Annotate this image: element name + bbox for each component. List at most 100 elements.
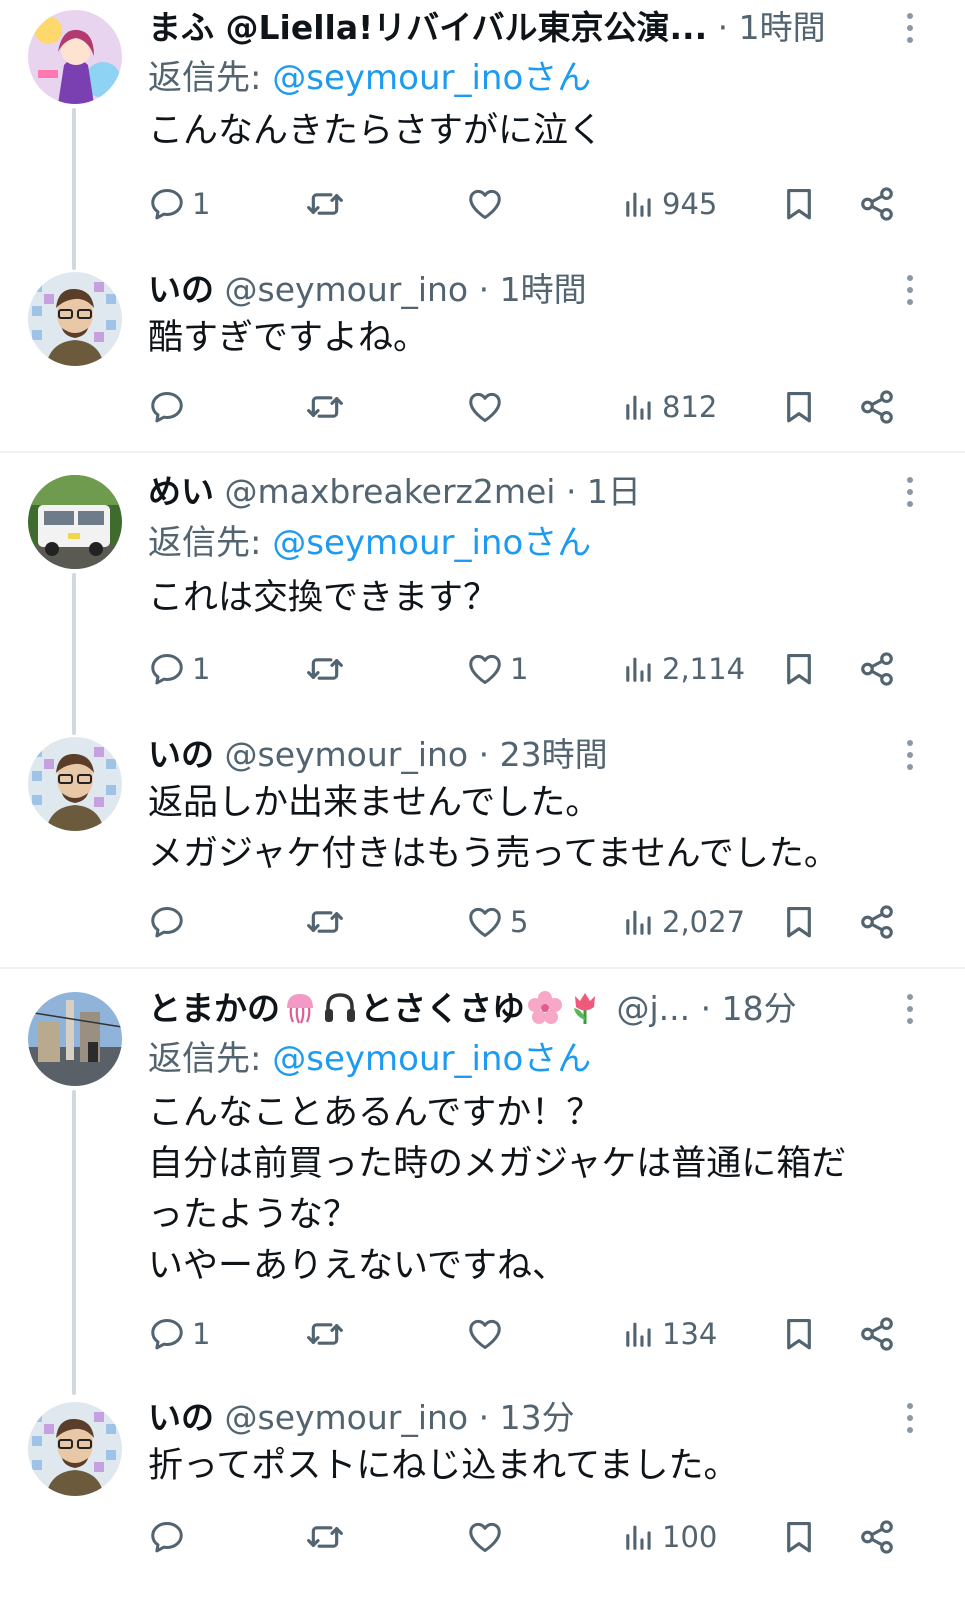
display-name[interactable]: とまかの とさくさゆ	[148, 989, 617, 1028]
timestamp[interactable]: · 1時間	[718, 8, 826, 47]
divider	[0, 451, 965, 453]
share-button[interactable]	[858, 383, 896, 431]
retweet-icon	[305, 1314, 345, 1354]
display-name[interactable]: まふ @Liella!リバイバル東京公演...	[148, 8, 707, 47]
retweet-button[interactable]	[305, 1310, 345, 1358]
like-button[interactable]	[466, 180, 510, 228]
bookmark-icon	[780, 185, 818, 223]
mention-link[interactable]: @seymour_inoさん	[272, 58, 591, 98]
avatar[interactable]	[28, 475, 122, 569]
avatar[interactable]	[28, 272, 122, 366]
retweet-button[interactable]	[305, 645, 345, 693]
reply-button[interactable]: 1	[148, 180, 210, 228]
bookmark-button[interactable]	[780, 383, 818, 431]
like-button[interactable]: 5	[466, 898, 528, 946]
timestamp[interactable]: · 18分	[701, 989, 797, 1028]
more-icon[interactable]	[895, 1395, 925, 1441]
bookmark-button[interactable]	[780, 1310, 818, 1358]
share-icon	[858, 903, 896, 941]
avatar[interactable]	[28, 10, 122, 104]
bookmark-icon	[780, 1315, 818, 1353]
tweet[interactable]: めい @maxbreakerz2mei · 1日 返信先: @seymour_i…	[0, 455, 965, 715]
more-icon[interactable]	[895, 469, 925, 515]
tweet[interactable]: いの @seymour_ino · 1時間 酷すぎですよね。 812	[0, 255, 965, 450]
reply-icon	[148, 185, 186, 223]
more-icon[interactable]	[895, 267, 925, 313]
bookmark-button[interactable]	[780, 645, 818, 693]
share-button[interactable]	[858, 898, 896, 946]
retweet-button[interactable]	[305, 1513, 345, 1561]
user-handle[interactable]: @seymour_ino	[225, 1398, 469, 1437]
retweet-icon	[305, 387, 345, 427]
timestamp[interactable]: · 1時間	[479, 270, 587, 309]
cherry-blossom-icon	[528, 991, 562, 1024]
views-button[interactable]: 812	[622, 383, 717, 431]
retweet-button[interactable]	[305, 180, 345, 228]
views-button[interactable]: 2,114	[622, 645, 745, 693]
mention-link[interactable]: @seymour_inoさん	[272, 1039, 591, 1079]
reply-button[interactable]	[148, 1513, 192, 1561]
bookmark-icon	[780, 388, 818, 426]
heart-icon	[466, 388, 504, 426]
display-name[interactable]: いの	[148, 1398, 214, 1437]
tweet-text: 返品しか出来ませんでした。 メガジャケ付きはもう売ってませんでした。	[148, 783, 839, 874]
views-button[interactable]: 100	[622, 1513, 717, 1561]
tweet[interactable]: とまかの とさくさゆ @j... · 18分 返信先: @seymour_inoさ…	[0, 970, 965, 1375]
bookmark-button[interactable]	[780, 1513, 818, 1561]
more-icon[interactable]	[895, 5, 925, 51]
heart-icon	[466, 1518, 504, 1556]
user-handle[interactable]: @maxbreakerz2mei	[225, 472, 556, 511]
tweet-text: 折ってポストにねじ込まれてました。	[148, 1446, 739, 1486]
avatar[interactable]	[28, 992, 122, 1086]
share-icon	[858, 185, 896, 223]
bookmark-button[interactable]	[780, 180, 818, 228]
like-button[interactable]	[466, 1513, 510, 1561]
reply-button[interactable]	[148, 383, 192, 431]
more-icon[interactable]	[895, 732, 925, 778]
views-icon	[622, 390, 656, 424]
reply-button[interactable]	[148, 898, 192, 946]
more-icon[interactable]	[895, 986, 925, 1032]
user-handle[interactable]: @seymour_ino	[225, 270, 469, 309]
share-icon	[858, 1518, 896, 1556]
timestamp[interactable]: · 23時間	[479, 735, 608, 774]
retweet-icon	[305, 184, 345, 224]
divider	[0, 967, 965, 969]
user-handle[interactable]: @seymour_ino	[225, 735, 469, 774]
tulip-icon	[574, 993, 595, 1024]
reply-button[interactable]: 1	[148, 1310, 210, 1358]
retweet-icon	[305, 649, 345, 689]
like-button[interactable]: 1	[466, 645, 528, 693]
tweet[interactable]: いの @seymour_ino · 13分 折ってポストにねじ込まれてました。 …	[0, 1385, 965, 1600]
views-button[interactable]: 2,027	[622, 898, 745, 946]
tweet[interactable]: まふ @Liella!リバイバル東京公演... · 1時間 返信先: @seym…	[0, 0, 965, 250]
like-button[interactable]	[466, 383, 510, 431]
display-name[interactable]: めい	[148, 472, 214, 511]
heart-icon	[466, 650, 504, 688]
display-name[interactable]: いの	[148, 270, 214, 309]
avatar[interactable]	[28, 1402, 122, 1496]
share-icon	[858, 388, 896, 426]
reply-button[interactable]: 1	[148, 645, 210, 693]
tweet-text: これは交換できます？	[148, 578, 499, 618]
user-handle[interactable]: @j...	[617, 989, 691, 1028]
mention-link[interactable]: @seymour_inoさん	[272, 523, 591, 563]
retweet-button[interactable]	[305, 898, 345, 946]
like-button[interactable]	[466, 1310, 510, 1358]
replying-to: 返信先: @seymour_inoさん	[148, 523, 592, 563]
share-button[interactable]	[858, 180, 896, 228]
views-button[interactable]: 945	[622, 180, 717, 228]
avatar[interactable]	[28, 737, 122, 831]
views-button[interactable]: 134	[622, 1310, 717, 1358]
timestamp[interactable]: · 1日	[566, 472, 641, 511]
bookmark-icon	[780, 1518, 818, 1556]
share-button[interactable]	[858, 645, 896, 693]
timestamp[interactable]: · 13分	[479, 1398, 575, 1437]
tweet[interactable]: いの @seymour_ino · 23時間 返品しか出来ませんでした。 メガジ…	[0, 720, 965, 965]
reply-icon	[148, 388, 186, 426]
display-name[interactable]: いの	[148, 735, 214, 774]
share-button[interactable]	[858, 1513, 896, 1561]
retweet-button[interactable]	[305, 383, 345, 431]
bookmark-button[interactable]	[780, 898, 818, 946]
share-button[interactable]	[858, 1310, 896, 1358]
